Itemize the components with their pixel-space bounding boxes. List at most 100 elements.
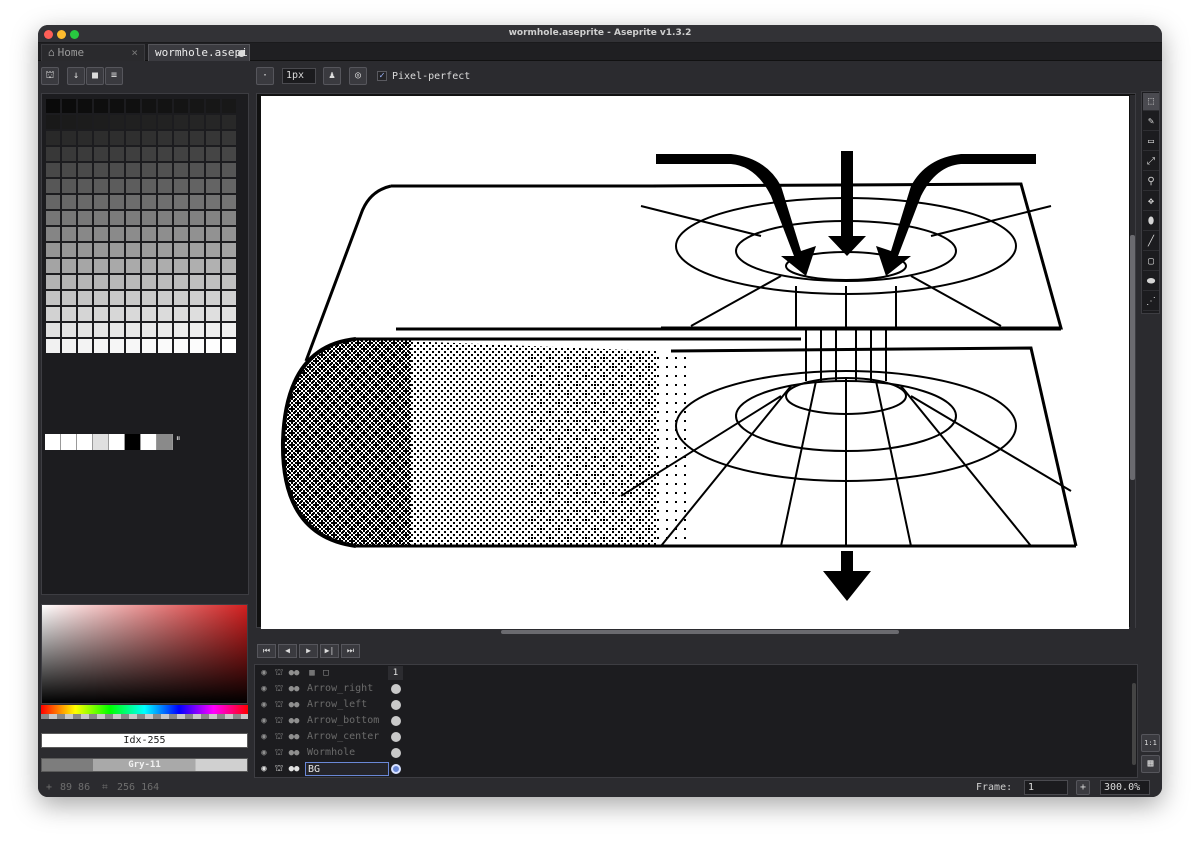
palette-swatch[interactable] xyxy=(221,162,237,178)
palette-swatch[interactable] xyxy=(173,242,189,258)
line-icon[interactable]: ╱ xyxy=(1143,233,1159,251)
palette-swatch[interactable] xyxy=(205,242,221,258)
pencil-icon[interactable]: ✎ xyxy=(1143,113,1159,131)
ratio-button[interactable]: 1:1 xyxy=(1141,734,1160,752)
palette-swatch[interactable] xyxy=(173,114,189,130)
palette-swatch[interactable] xyxy=(221,338,237,354)
palette-swatch[interactable] xyxy=(221,194,237,210)
tab-close-icon[interactable]: × xyxy=(131,45,138,61)
palette-swatch[interactable] xyxy=(157,114,173,130)
cel-icon[interactable] xyxy=(391,700,401,710)
palette-swatch[interactable] xyxy=(125,130,141,146)
palette-swatch[interactable] xyxy=(93,290,109,306)
palette-swatch[interactable] xyxy=(77,434,93,450)
palette-swatch[interactable] xyxy=(157,242,173,258)
palette-swatch[interactable] xyxy=(61,306,77,322)
palette-swatch[interactable] xyxy=(45,98,61,114)
palette-swatch[interactable] xyxy=(109,210,125,226)
play-button[interactable]: ▶ xyxy=(299,644,318,658)
palette-swatch[interactable] xyxy=(157,338,173,354)
palette-swatch[interactable] xyxy=(45,146,61,162)
palette-swatch[interactable] xyxy=(61,434,77,450)
palette-swatch[interactable] xyxy=(205,306,221,322)
alpha-slider[interactable] xyxy=(41,714,248,719)
palette-swatch[interactable] xyxy=(61,98,77,114)
palette-swatch[interactable] xyxy=(205,114,221,130)
palette-swatch[interactable] xyxy=(109,338,125,354)
move-icon[interactable]: ✥ xyxy=(1143,193,1159,211)
bg-color-gray[interactable]: Gry-11 xyxy=(41,758,248,772)
unsaved-dot-icon[interactable] xyxy=(238,50,245,57)
palette-swatch[interactable] xyxy=(93,210,109,226)
layer-name[interactable]: Wormhole xyxy=(305,746,389,760)
palette-swatch[interactable] xyxy=(205,130,221,146)
palette-swatch[interactable] xyxy=(109,258,125,274)
palette-swatch[interactable] xyxy=(77,226,93,242)
palette-swatch[interactable] xyxy=(205,226,221,242)
palette-swatch[interactable] xyxy=(93,130,109,146)
palette-swatch[interactable] xyxy=(125,434,141,450)
palette-swatch[interactable] xyxy=(109,130,125,146)
palette-swatch[interactable] xyxy=(189,178,205,194)
palette-swatch[interactable] xyxy=(93,162,109,178)
palette-swatch[interactable] xyxy=(157,258,173,274)
cel-icon[interactable] xyxy=(391,732,401,742)
palette-swatch[interactable] xyxy=(221,130,237,146)
lock-icon[interactable]: ⛫ xyxy=(272,682,286,696)
ellipse-icon[interactable]: ⬬ xyxy=(1143,273,1159,291)
palette-swatch[interactable] xyxy=(45,338,61,354)
palette-swatch[interactable] xyxy=(173,146,189,162)
palette-swatch[interactable] xyxy=(141,210,157,226)
eye-icon[interactable]: ◉ xyxy=(257,762,271,776)
palette-swatch[interactable] xyxy=(77,146,93,162)
canvas-vertical-scrollbar[interactable] xyxy=(1130,235,1135,480)
palette-swatch[interactable] xyxy=(221,242,237,258)
palette-swatch[interactable] xyxy=(61,178,77,194)
palette-swatch[interactable] xyxy=(77,162,93,178)
palette-swatch[interactable] xyxy=(125,226,141,242)
prev-frame-button[interactable]: ◀ xyxy=(278,644,297,658)
continuous-icon[interactable]: ●● xyxy=(287,730,301,744)
layer-name[interactable]: Arrow_center xyxy=(305,730,389,744)
palette-swatch[interactable] xyxy=(61,258,77,274)
eye-icon[interactable]: ◉ xyxy=(257,730,271,744)
cel-icon[interactable] xyxy=(391,716,401,726)
palette-swatch[interactable] xyxy=(189,322,205,338)
palette-swatch[interactable] xyxy=(45,258,61,274)
lock-icon[interactable]: ⛫ xyxy=(272,730,286,744)
palette-swatch[interactable] xyxy=(189,290,205,306)
eraser-icon[interactable]: ▭ xyxy=(1143,133,1159,151)
ink-icon[interactable]: ♟ xyxy=(323,67,341,85)
cel-icon[interactable] xyxy=(391,764,401,774)
palette-swatch[interactable] xyxy=(125,258,141,274)
palette-swatch[interactable] xyxy=(221,146,237,162)
palette-swatch[interactable] xyxy=(205,210,221,226)
timeline-scrollbar[interactable] xyxy=(1132,683,1136,765)
palette-swatch[interactable] xyxy=(205,146,221,162)
palette-swatch[interactable] xyxy=(189,130,205,146)
palette-swatch[interactable] xyxy=(93,98,109,114)
layer-name[interactable]: BG xyxy=(305,762,389,776)
onion-skin-icon[interactable]: ▦ xyxy=(305,666,319,680)
palette-swatch[interactable] xyxy=(125,274,141,290)
layer-row[interactable]: ◉ ⛫ ●● Arrow_left xyxy=(255,697,407,713)
layer-name[interactable]: Arrow_bottom xyxy=(305,714,389,728)
color-shade-picker[interactable] xyxy=(41,604,248,704)
palette-swatch[interactable] xyxy=(109,114,125,130)
palette-swatch[interactable] xyxy=(141,98,157,114)
palette-swatch[interactable] xyxy=(157,210,173,226)
palette-swatch[interactable] xyxy=(173,162,189,178)
eyedropper-icon[interactable]: ⤢ xyxy=(1143,153,1159,171)
palette-swatch[interactable] xyxy=(77,178,93,194)
lock-icon[interactable]: ⛫ xyxy=(272,762,286,776)
palette-swatch[interactable] xyxy=(141,242,157,258)
layer-row[interactable]: ◉ ⛫ ●● Arrow_bottom xyxy=(255,713,407,729)
palette-swatch[interactable] xyxy=(61,322,77,338)
palette-swatch[interactable] xyxy=(141,178,157,194)
last-frame-button[interactable]: ⏭ xyxy=(341,644,360,658)
palette-swatch[interactable] xyxy=(157,178,173,194)
palette-swatch[interactable] xyxy=(77,258,93,274)
zoom-field[interactable]: 300.0% xyxy=(1100,780,1150,795)
palette-swatch[interactable] xyxy=(173,194,189,210)
palette-swatch[interactable] xyxy=(109,162,125,178)
